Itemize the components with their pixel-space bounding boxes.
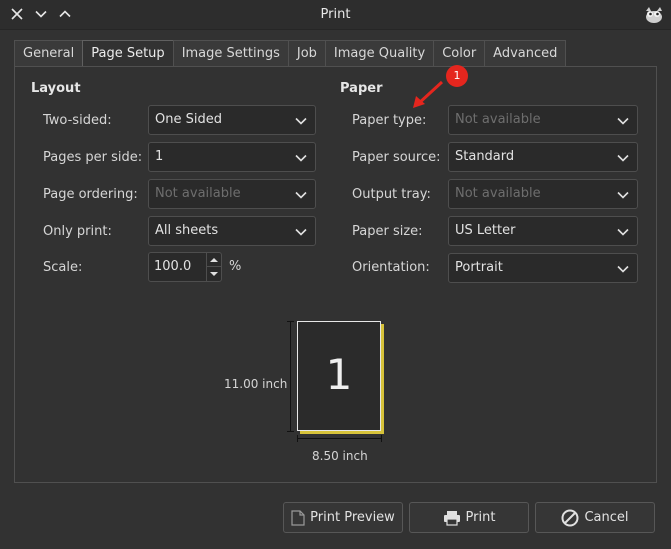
cancel-label: Cancel (584, 510, 629, 525)
cancel-icon (561, 509, 579, 527)
preview-page-number: 1 (325, 350, 353, 399)
window-title: Print (320, 7, 351, 22)
paper-source-select[interactable]: Standard (448, 142, 638, 172)
paper-size-value: US Letter (455, 223, 516, 238)
chevron-down-icon (295, 117, 307, 125)
paper-type-label: Paper type: (352, 113, 427, 128)
annotation-badge: 1 (446, 65, 468, 87)
only-print-value: All sheets (155, 223, 219, 238)
paper-type-select[interactable]: Not available (448, 105, 638, 135)
chevron-down-icon (617, 154, 629, 162)
height-label: 11.00 inch (224, 377, 288, 391)
chevron-down-icon (617, 191, 629, 199)
cancel-button[interactable]: Cancel (535, 502, 655, 533)
height-ruler (287, 321, 294, 432)
chevron-down-icon (295, 228, 307, 236)
page-ordering-label: Page ordering: (43, 187, 138, 202)
scale-unit: % (229, 259, 242, 274)
width-ruler (297, 435, 382, 442)
document-icon (291, 509, 305, 526)
paper-source-value: Standard (455, 149, 515, 164)
two-sided-label: Two-sided: (43, 113, 112, 128)
page-ordering-select[interactable]: Not available (148, 179, 316, 209)
chevron-down-icon (617, 228, 629, 236)
layout-section-title: Layout (31, 81, 81, 96)
scale-spinbox[interactable]: 100.0 (148, 252, 222, 282)
tab-page-setup[interactable]: Page Setup (82, 40, 174, 68)
tab-general[interactable]: General (14, 40, 84, 67)
gimp-logo-icon (643, 5, 665, 25)
paper-type-value: Not available (455, 112, 541, 127)
scale-label: Scale: (43, 260, 83, 275)
spin-down-icon[interactable] (207, 267, 221, 281)
output-tray-select[interactable]: Not available (448, 179, 638, 209)
page-preview: 1 (297, 321, 381, 431)
orientation-label: Orientation: (352, 260, 430, 275)
tab-bar: General Page Setup Image Settings Job Im… (14, 40, 567, 68)
tab-advanced[interactable]: Advanced (484, 40, 567, 67)
print-button[interactable]: Print (409, 502, 529, 533)
tab-job[interactable]: Job (287, 40, 326, 67)
orientation-select[interactable]: Portrait (448, 253, 638, 283)
paper-source-label: Paper source: (352, 150, 441, 165)
two-sided-value: One Sided (155, 112, 222, 127)
pages-per-side-select[interactable]: 1 (148, 142, 316, 172)
annotation-arrow-icon (413, 80, 444, 108)
tab-image-settings[interactable]: Image Settings (172, 40, 289, 67)
scale-value: 100.0 (154, 259, 192, 274)
print-preview-label: Print Preview (310, 510, 395, 525)
two-sided-select[interactable]: One Sided (148, 105, 316, 135)
paper-section-title: Paper (340, 81, 383, 96)
width-label: 8.50 inch (312, 449, 368, 463)
paper-size-select[interactable]: US Letter (448, 216, 638, 246)
print-preview-button[interactable]: Print Preview (283, 502, 403, 533)
only-print-select[interactable]: All sheets (148, 216, 316, 246)
chevron-down-icon (617, 117, 629, 125)
output-tray-label: Output tray: (352, 187, 431, 202)
orientation-value: Portrait (455, 260, 503, 275)
paper-size-label: Paper size: (352, 224, 423, 239)
chevron-down-icon (617, 265, 629, 273)
scale-spin-buttons (206, 253, 221, 281)
page-ordering-value: Not available (155, 186, 241, 201)
pages-per-side-value: 1 (155, 149, 164, 164)
only-print-label: Only print: (43, 224, 112, 239)
title-bar: Print (0, 0, 671, 30)
tab-image-quality[interactable]: Image Quality (324, 40, 435, 67)
chevron-down-icon (295, 154, 307, 162)
tab-color[interactable]: Color (433, 40, 486, 67)
pages-per-side-label: Pages per side: (43, 150, 143, 165)
spin-up-icon[interactable] (207, 253, 221, 267)
chevron-down-icon (295, 191, 307, 199)
print-label: Print (465, 510, 496, 525)
output-tray-value: Not available (455, 186, 541, 201)
printer-icon (443, 510, 461, 526)
